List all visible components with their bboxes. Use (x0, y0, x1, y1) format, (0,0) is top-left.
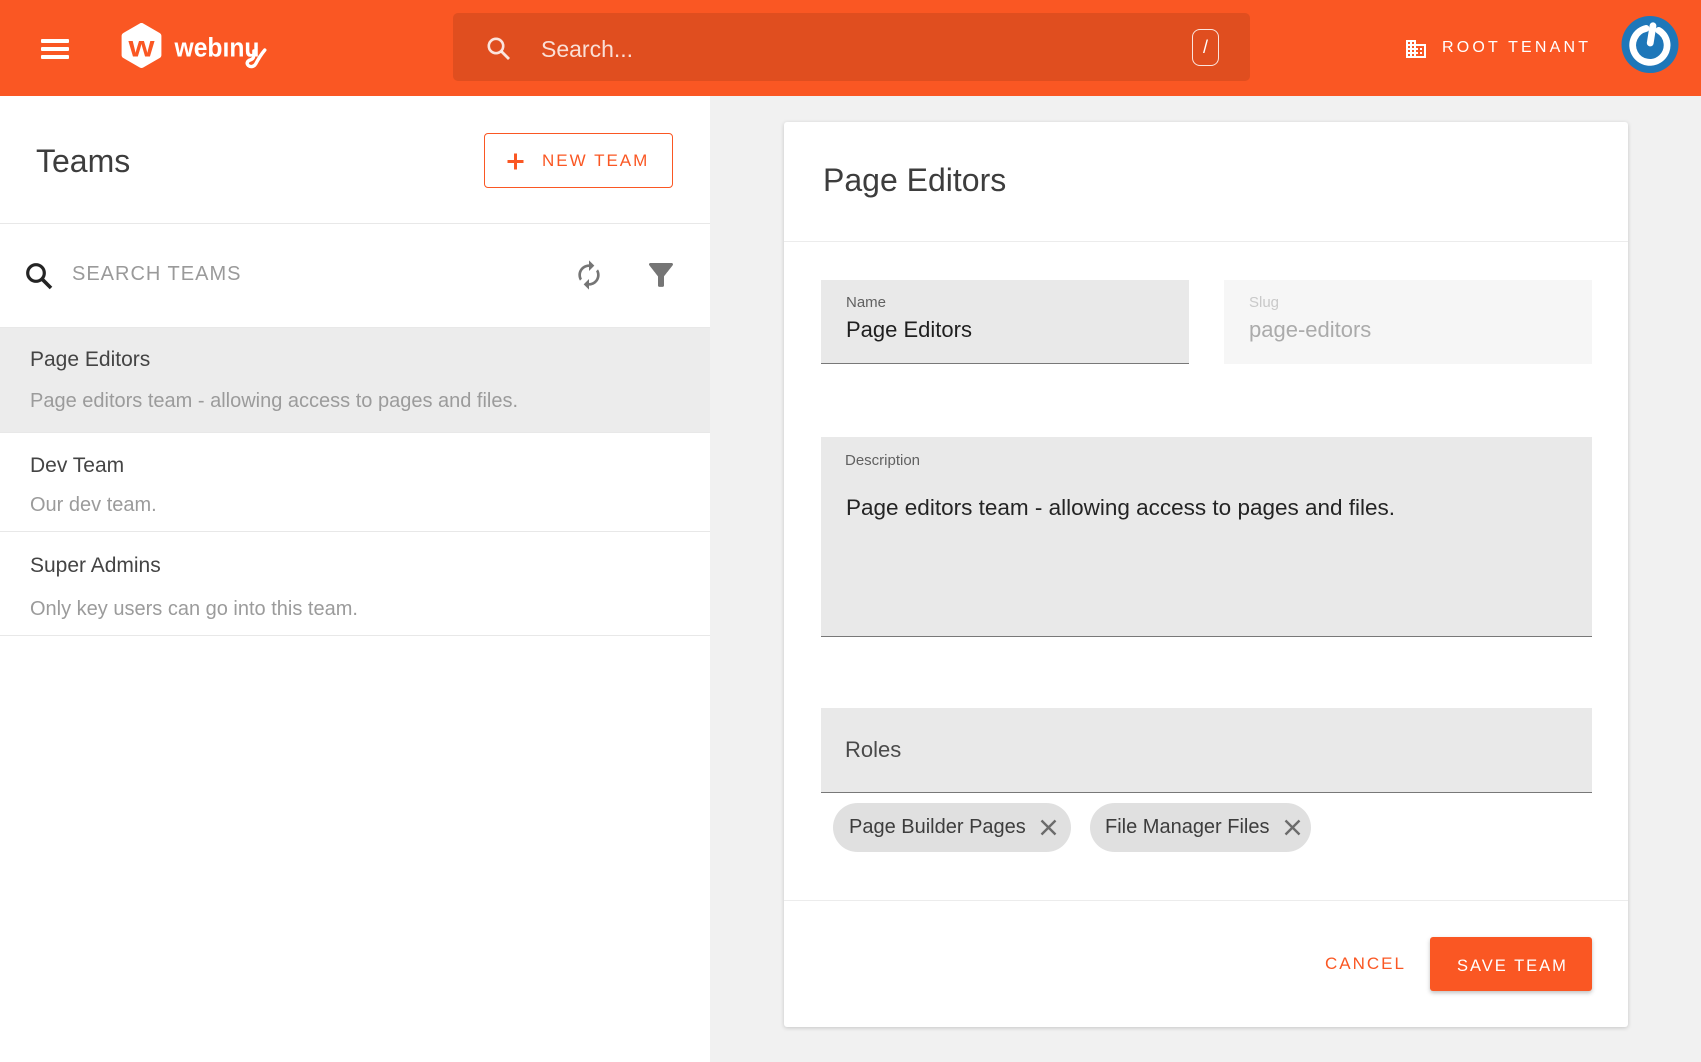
svg-text:w: w (127, 31, 155, 64)
svg-text:webınu: webınu (174, 32, 260, 62)
